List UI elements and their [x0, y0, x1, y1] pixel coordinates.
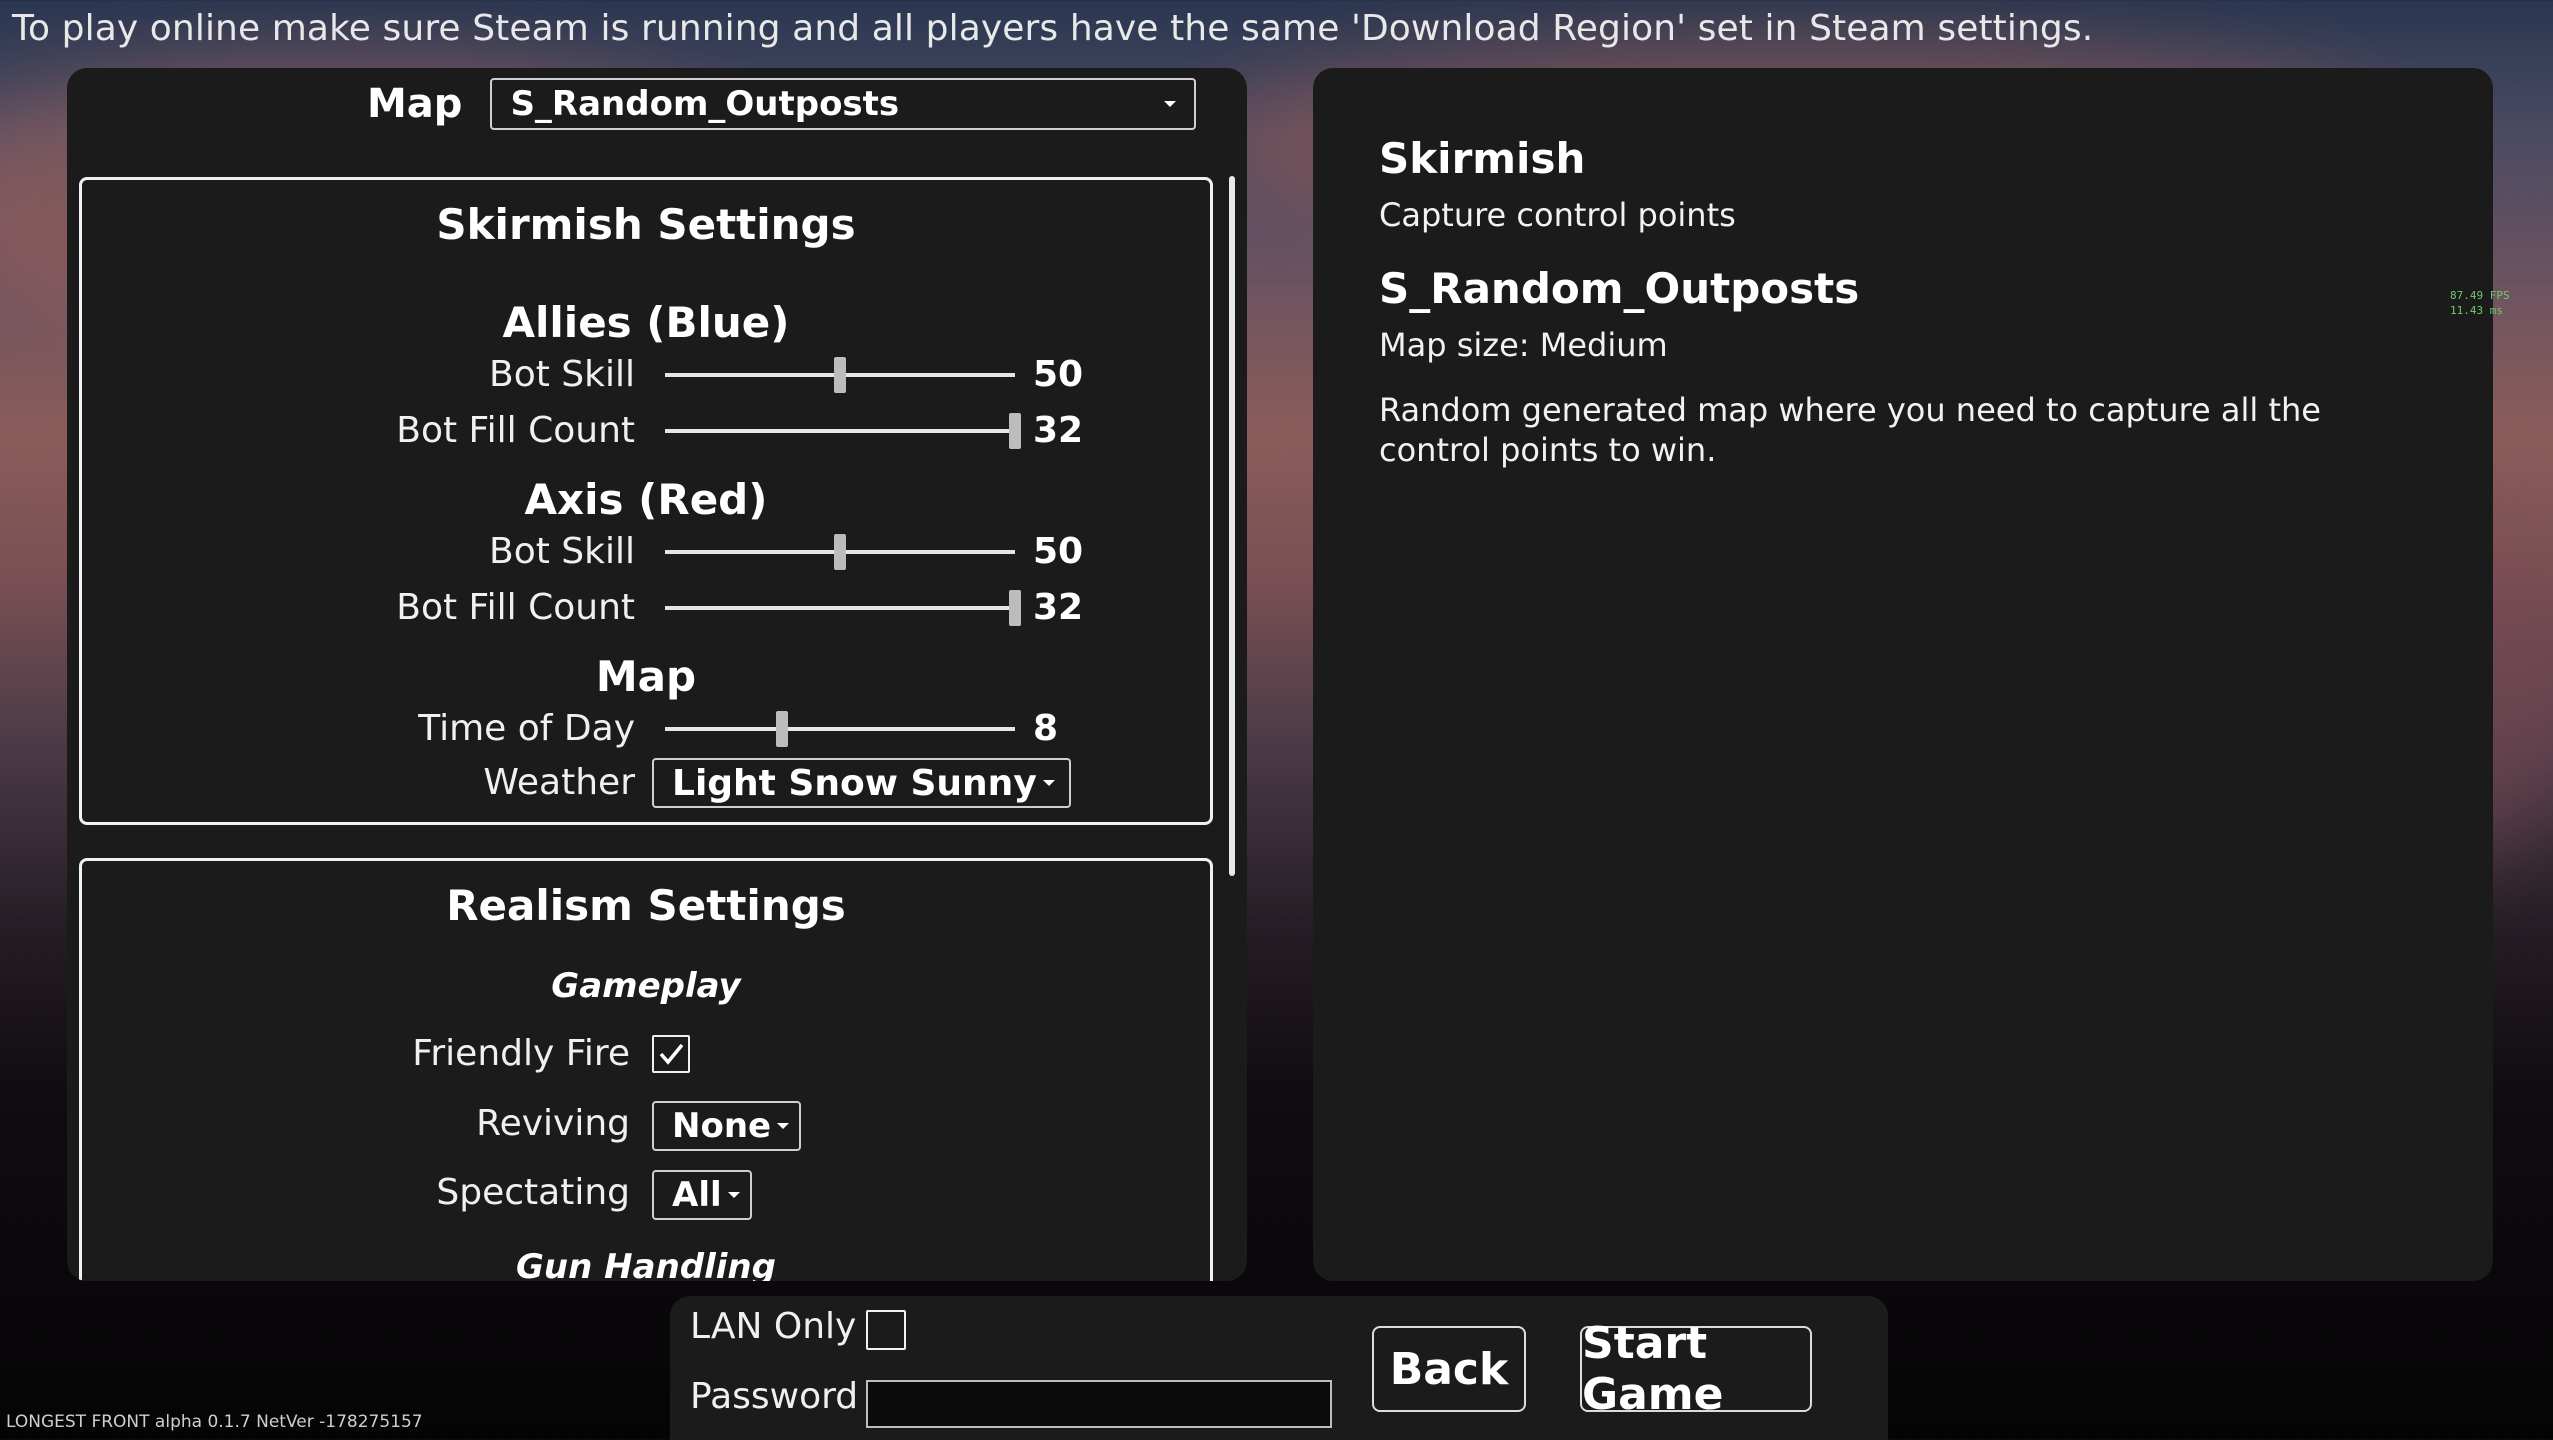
reviving-dropdown-value: None: [672, 1106, 772, 1146]
weather-label: Weather: [483, 762, 635, 803]
axis-bot-fill-label: Bot Fill Count: [396, 587, 635, 628]
allies-bot-fill-slider[interactable]: [665, 413, 1021, 449]
slider-rail: [665, 429, 1015, 433]
skirmish-settings-box: Skirmish Settings Allies (Blue) Bot Skil…: [79, 177, 1213, 825]
chevron-down-icon: [1164, 101, 1177, 107]
slider-thumb[interactable]: [834, 357, 846, 393]
map-dropdown-value: S_Random_Outposts: [510, 84, 900, 124]
password-label: Password: [690, 1376, 859, 1417]
slider-rail: [665, 727, 1015, 731]
mode-title: Skirmish: [1379, 134, 1586, 183]
spectating-dropdown-value: All: [672, 1175, 722, 1215]
steam-notice: To play online make sure Steam is runnin…: [12, 8, 2094, 49]
frame-time-readout: 11.43 ms: [2450, 304, 2503, 317]
spectating-dropdown[interactable]: All: [652, 1170, 752, 1220]
password-input[interactable]: [866, 1380, 1332, 1428]
slider-thumb[interactable]: [1009, 413, 1021, 449]
back-button[interactable]: Back: [1372, 1326, 1526, 1412]
allies-bot-fill-value: 32: [1033, 410, 1084, 451]
weather-dropdown-value: Light Snow Sunny: [672, 762, 1037, 804]
time-of-day-slider[interactable]: [665, 711, 1015, 747]
slider-thumb[interactable]: [834, 534, 846, 570]
gun-handling-title: Gun Handling: [516, 1247, 776, 1281]
realism-settings-box: Realism Settings Gameplay Friendly Fire …: [79, 858, 1213, 1281]
axis-bot-fill-slider[interactable]: [665, 590, 1021, 626]
perf-overlay: 87.49 FPS 11.43 ms: [2450, 288, 2510, 318]
map-size: Map size: Medium: [1379, 326, 1668, 364]
checkmark-icon: [659, 1043, 684, 1065]
map-title: S_Random_Outposts: [1379, 264, 1860, 313]
map-select-row: Map S_Random_Outposts: [367, 78, 1197, 130]
axis-bot-skill-label: Bot Skill: [489, 531, 635, 572]
settings-scrollbar[interactable]: [1229, 176, 1235, 876]
slider-rail: [665, 606, 1015, 610]
allies-bot-fill-label: Bot Fill Count: [396, 410, 635, 451]
settings-panel: Map S_Random_Outposts Skirmish Settings …: [67, 68, 1247, 1281]
map-dropdown[interactable]: S_Random_Outposts: [490, 78, 1197, 130]
spectating-label: Spectating: [436, 1172, 630, 1213]
reviving-label: Reviving: [476, 1103, 630, 1144]
axis-bot-skill-value: 50: [1033, 531, 1084, 572]
gameplay-title: Gameplay: [551, 966, 741, 1006]
chevron-down-icon: [727, 1192, 740, 1198]
weather-dropdown[interactable]: Light Snow Sunny: [652, 758, 1071, 808]
time-of-day-value: 8: [1033, 708, 1059, 749]
axis-bot-skill-slider[interactable]: [665, 534, 1015, 570]
axis-title: Axis (Red): [524, 475, 768, 524]
slider-thumb[interactable]: [775, 711, 788, 747]
version-label: LONGEST FRONT alpha 0.1.7 NetVer -178275…: [6, 1412, 423, 1432]
time-of-day-label: Time of Day: [418, 708, 635, 749]
allies-bot-skill-slider[interactable]: [665, 357, 1015, 393]
realism-settings-title: Realism Settings: [446, 881, 846, 930]
lan-only-checkbox[interactable]: [866, 1310, 906, 1350]
map-label: Map: [367, 81, 463, 127]
reviving-dropdown[interactable]: None: [652, 1101, 802, 1151]
start-game-button[interactable]: Start Game: [1580, 1318, 1812, 1420]
allies-title: Allies (Blue): [502, 298, 790, 347]
skirmish-settings-title: Skirmish Settings: [436, 200, 856, 249]
friendly-fire-checkbox[interactable]: [652, 1035, 690, 1073]
allies-bot-skill-label: Bot Skill: [489, 354, 635, 395]
chevron-down-icon: [777, 1123, 790, 1129]
axis-bot-fill-value: 32: [1033, 587, 1084, 628]
info-panel: Skirmish Capture control points S_Random…: [1313, 68, 2493, 1281]
friendly-fire-label: Friendly Fire: [412, 1033, 630, 1074]
lan-only-label: LAN Only: [690, 1306, 857, 1347]
map-settings-title: Map: [595, 652, 697, 701]
slider-thumb[interactable]: [1009, 590, 1021, 626]
mode-description: Capture control points: [1379, 196, 1736, 234]
launch-panel: LAN Only Password Back Start Game: [670, 1296, 1888, 1440]
map-description: Random generated map where you need to c…: [1379, 391, 2321, 469]
fps-readout: 87.49 FPS: [2450, 289, 2510, 302]
chevron-down-icon: [1042, 780, 1055, 786]
allies-bot-skill-value: 50: [1033, 354, 1084, 395]
